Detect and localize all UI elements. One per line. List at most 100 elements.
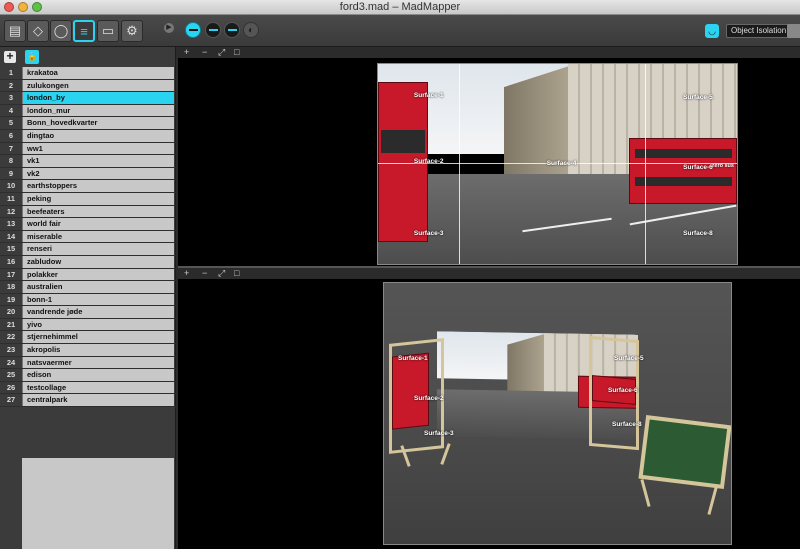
list-item-number: 20 [0, 306, 22, 318]
headphone-icon[interactable]: ◡ [705, 24, 719, 38]
list-item[interactable]: 10 earthstoppers [0, 180, 176, 193]
settings-icon[interactable]: ⚙ [121, 20, 143, 42]
object-isolation-button[interactable]: Object Isolation [726, 24, 792, 38]
surface-label[interactable]: Surface-6 [608, 387, 638, 394]
zoom-in-icon[interactable]: + [184, 268, 189, 279]
list-item[interactable]: 4 london_mur [0, 104, 176, 118]
zoom-in-icon[interactable]: + [184, 47, 189, 58]
input-view[interactable]: + − ⤢ □ zero sus Surface-1 Surface-2 Sur… [178, 47, 800, 267]
list-item[interactable]: 25 edison [0, 369, 176, 382]
list-item-label: vk2 [22, 167, 174, 180]
mode-4-icon[interactable]: ◐ [243, 22, 259, 38]
list-item-number: 3 [0, 92, 22, 104]
list-item[interactable]: 7 ww1 [0, 142, 176, 156]
surface-label[interactable]: Surface-8 [612, 421, 642, 428]
fullscreen-icon[interactable]: □ [234, 268, 239, 279]
surface-label[interactable]: Surface-8 [683, 230, 713, 237]
list-item-label: earthstoppers [22, 180, 174, 192]
list-item-label: ww1 [22, 142, 174, 155]
list-item[interactable]: 26 testcollage [0, 381, 176, 395]
list-item-label: london_mur [22, 104, 174, 117]
surface-label[interactable]: Surface-6 [683, 164, 713, 171]
fit-icon[interactable]: ⤢ [218, 268, 225, 279]
list-item[interactable]: 16 zabludow [0, 255, 176, 269]
list-item-label: australien [22, 281, 174, 293]
mode-1-icon[interactable] [185, 22, 201, 38]
surfaces-icon[interactable]: ◇ [27, 20, 49, 42]
list-item-number: 10 [0, 180, 22, 192]
zoom-out-icon[interactable]: − [202, 47, 207, 58]
list-item[interactable]: 19 bonn-1 [0, 293, 176, 307]
lock-icon[interactable]: 🔒 [25, 50, 39, 64]
mode-3-icon[interactable] [224, 22, 240, 38]
list-item-label: dingtao [22, 129, 174, 142]
list-item[interactable]: 23 akropolis [0, 344, 176, 357]
list-item-number: 26 [0, 381, 22, 394]
surface-label[interactable]: Surface-5 [683, 94, 713, 101]
list-empty-area [22, 458, 174, 549]
list-item-number: 24 [0, 356, 22, 369]
list-item[interactable]: 3 london_by [0, 92, 176, 105]
list-item[interactable]: 1 krakatoa [0, 67, 176, 80]
list-item[interactable]: 24 natsvaermer [0, 356, 176, 370]
input-view-toolbar: + − ⤢ □ [178, 47, 800, 58]
list-item[interactable]: 12 beefeaters [0, 205, 176, 219]
list-item[interactable]: 8 vk1 [0, 155, 176, 168]
list-item-number: 25 [0, 369, 22, 381]
list-item[interactable]: 5 Bonn_hovedkvarter [0, 117, 176, 130]
list-item-label: london_by [22, 92, 174, 104]
list-item-label: testcollage [22, 381, 174, 394]
list-item-number: 1 [0, 67, 22, 79]
surface-label[interactable]: Surface-3 [414, 230, 444, 237]
list-item-number: 2 [0, 79, 22, 92]
list-item[interactable]: 21 yivo [0, 318, 176, 332]
surface-label[interactable]: Surface-2 [414, 395, 444, 402]
list-item-label: krakatoa [22, 67, 174, 79]
list-item-label: renseri [22, 243, 174, 255]
mode-2-icon[interactable] [205, 22, 221, 38]
list-item[interactable]: 17 polakker [0, 268, 176, 282]
list-item[interactable]: 18 australien [0, 281, 176, 294]
list-item[interactable]: 20 vandrende jøde [0, 306, 176, 319]
expand-arrow-icon[interactable]: ▶ [164, 23, 174, 33]
list-item-label: vandrende jøde [22, 306, 174, 318]
list-item-label: yivo [22, 318, 174, 331]
list-item-number: 14 [0, 230, 22, 243]
list-icon[interactable]: ≡ [73, 20, 95, 42]
output-view[interactable]: + − ⤢ □ Surface-1 Surface-2 Surface-3 Su… [178, 268, 800, 549]
title-bar: ford3.mad – MadMapper [0, 0, 800, 15]
list-item-number: 16 [0, 255, 22, 268]
list-item-label: zulukongen [22, 79, 174, 92]
toolbar-overflow[interactable] [787, 24, 800, 38]
list-item-label: centralpark [22, 394, 174, 407]
list-item[interactable]: 11 peking [0, 192, 176, 206]
list-item[interactable]: 14 miserable [0, 230, 176, 244]
fullscreen-icon[interactable]: □ [234, 47, 239, 58]
surface-label[interactable]: Surface-4 [547, 160, 577, 167]
surface-label[interactable]: Surface-1 [414, 92, 444, 99]
zoom-out-icon[interactable]: − [202, 268, 207, 279]
list-item[interactable]: 9 vk2 [0, 167, 176, 181]
list-item-label: akropolis [22, 344, 174, 356]
list-item[interactable]: 22 stjernehimmel [0, 331, 176, 345]
media-icon[interactable]: ▤ [4, 20, 26, 42]
list-item-number: 18 [0, 281, 22, 293]
light-icon[interactable]: ◯ [50, 20, 72, 42]
list-item-label: Bonn_hovedkvarter [22, 117, 174, 129]
list-item[interactable]: 2 zulukongen [0, 79, 176, 93]
list-item[interactable]: 27 centralpark [0, 394, 176, 408]
projector-icon[interactable]: ▭ [97, 20, 119, 42]
fit-icon[interactable]: ⤢ [218, 47, 225, 58]
surface-label[interactable]: Surface-2 [414, 158, 444, 165]
add-media-button[interactable]: + [4, 50, 16, 63]
list-item-number: 6 [0, 129, 22, 142]
media-sidebar: + 🔒 1 krakatoa 2 zulukongen 3 london_by 4 londo… [0, 47, 176, 549]
list-item[interactable]: 13 world fair [0, 218, 176, 231]
list-item[interactable]: 15 renseri [0, 243, 176, 256]
surface-label[interactable]: Surface-1 [398, 355, 428, 362]
list-item-number: 22 [0, 331, 22, 344]
list-item-number: 27 [0, 394, 22, 407]
surface-label[interactable]: Surface-3 [424, 430, 454, 437]
list-item[interactable]: 6 dingtao [0, 129, 176, 143]
surface-label[interactable]: Surface-5 [614, 355, 644, 362]
